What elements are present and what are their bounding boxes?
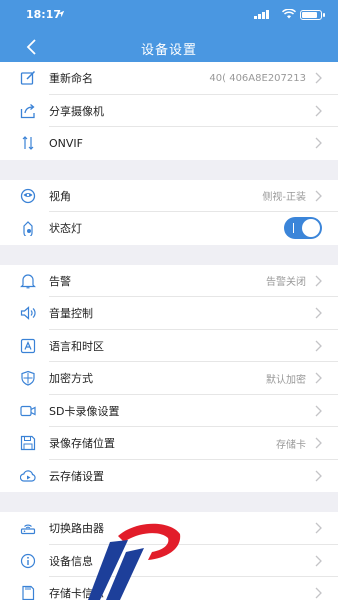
row-label: 云存储设置 (49, 469, 104, 483)
row-label: 视角 (49, 189, 71, 203)
volume-icon (20, 306, 36, 321)
row-value: 默认加密 (266, 374, 306, 386)
row-value: 告警关闭 (266, 277, 306, 289)
settings-group-features: 告警 告警关闭 音量控制 语言和时区 加密方式 默认加密 SD卡录像设置 录像存… (0, 264, 338, 493)
row-label: 音量控制 (49, 307, 93, 321)
chevron-right-icon (315, 190, 322, 202)
chevron-right-icon (315, 275, 322, 287)
view-angle-icon (20, 188, 36, 203)
row-encryption[interactable]: 加密方式 默认加密 (0, 362, 338, 395)
row-view-angle[interactable]: 视角 侧视-正装 (0, 180, 338, 212)
row-value: 存储卡 (276, 439, 306, 451)
cellular-signal-icon (254, 10, 269, 19)
sdcard-icon (22, 586, 35, 600)
watermark-logo (88, 523, 181, 600)
location-arrow-icon (57, 10, 65, 18)
chevron-right-icon (315, 437, 322, 449)
row-cloud-storage[interactable]: 云存储设置 (0, 460, 338, 493)
chevron-right-icon (315, 372, 322, 384)
router-icon (20, 524, 36, 535)
row-storage-location[interactable]: 录像存储位置 存储卡 (0, 427, 338, 460)
row-label: 设备信息 (49, 554, 93, 568)
onvif-icon (22, 136, 34, 151)
row-label: 告警 (49, 274, 71, 288)
row-rename[interactable]: 重新命名 40( 406A8E207213 (0, 62, 338, 95)
chevron-right-icon (315, 470, 322, 482)
status-bar: 18:17 (0, 0, 338, 30)
row-alarm[interactable]: 告警 告警关闭 (0, 265, 338, 297)
row-value: 40( 406A8E207213 (209, 72, 306, 84)
row-language-timezone[interactable]: 语言和时区 (0, 330, 338, 362)
wifi-icon (282, 9, 296, 19)
settings-group-camera: 视角 侧视-正装 状态灯 (0, 179, 338, 245)
row-value: 侧视-正装 (262, 192, 306, 204)
chevron-right-icon (315, 587, 322, 599)
info-icon (20, 553, 36, 568)
light-icon (23, 221, 33, 237)
save-icon (20, 436, 36, 451)
row-label: 加密方式 (49, 372, 93, 386)
shield-icon (21, 371, 35, 386)
chevron-right-icon (315, 555, 322, 567)
status-light-toggle[interactable] (284, 217, 322, 240)
chevron-right-icon (315, 105, 322, 117)
battery-icon (300, 10, 325, 20)
row-label: 录像存储位置 (49, 437, 115, 451)
row-label: 语言和时区 (49, 339, 104, 353)
chevron-right-icon (315, 137, 322, 149)
chevron-right-icon (315, 72, 322, 84)
row-sd-recording[interactable]: SD卡录像设置 (0, 395, 338, 427)
row-label: 重新命名 (49, 72, 93, 86)
chevron-right-icon (315, 340, 322, 352)
row-status-light: 状态灯 (0, 212, 338, 245)
language-icon (20, 338, 36, 353)
share-icon (20, 103, 35, 118)
cloud-icon (20, 470, 36, 482)
bell-icon (20, 274, 36, 289)
chevron-right-icon (315, 307, 322, 319)
video-icon (20, 405, 36, 416)
row-volume[interactable]: 音量控制 (0, 297, 338, 330)
settings-group-basic: 重新命名 40( 406A8E207213 分享摄像机 ONVIF (0, 62, 338, 160)
row-onvif[interactable]: ONVIF (0, 127, 338, 160)
row-label: SD卡录像设置 (49, 404, 120, 418)
row-label: ONVIF (49, 136, 83, 150)
edit-icon (20, 71, 36, 85)
page-title: 设备设置 (140, 43, 197, 58)
chevron-right-icon (315, 405, 322, 417)
header-bar: 18:17 设备设置 (0, 0, 338, 62)
status-time: 18:17 (26, 8, 62, 21)
chevron-right-icon (315, 522, 322, 534)
row-share-camera[interactable]: 分享摄像机 (0, 95, 338, 127)
row-label: 分享摄像机 (49, 104, 104, 118)
row-label: 状态灯 (49, 222, 82, 236)
